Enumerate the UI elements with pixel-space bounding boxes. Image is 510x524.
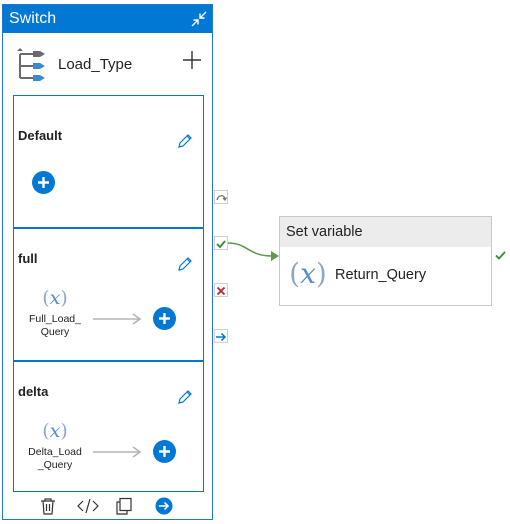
activity-name-line1: Delta_Load — [28, 446, 82, 458]
case-default[interactable]: Default — [13, 95, 204, 228]
go-to-activity-icon[interactable] — [155, 497, 173, 515]
success-connector — [228, 242, 279, 261]
failure-handle-icon[interactable] — [214, 283, 228, 297]
switch-activity-row[interactable]: Load_Type — [3, 33, 212, 93]
copy-icon[interactable] — [115, 497, 133, 515]
activity-name[interactable]: Delta_Load _Query — [25, 446, 85, 472]
variable-paren-open: ( — [289, 257, 301, 290]
case-label: full — [18, 251, 38, 266]
edit-icon[interactable] — [177, 389, 193, 405]
activity-name-line1: Full_Load_ — [29, 313, 81, 325]
set-variable-header: Set variable — [280, 217, 491, 247]
success-check-icon — [494, 249, 507, 262]
variable-paren-close: ) — [315, 257, 327, 290]
code-icon[interactable] — [77, 497, 99, 515]
activity-name-line2: Query — [40, 326, 70, 338]
arrow-right-icon — [93, 445, 143, 458]
collapse-icon[interactable] — [190, 10, 208, 28]
add-activity-button[interactable] — [32, 171, 55, 194]
add-activity-button[interactable] — [153, 440, 176, 463]
success-handle-icon[interactable] — [214, 236, 228, 250]
variable-icon: (x) — [37, 287, 73, 309]
switch-icon — [15, 48, 47, 82]
completion-handle-icon[interactable] — [214, 329, 228, 343]
variable-paren-close: ) — [60, 287, 68, 309]
variable-symbol: x — [49, 287, 61, 309]
switch-header: Switch — [3, 5, 212, 33]
variable-icon: (x) — [37, 420, 73, 442]
variable-paren-close: ) — [60, 420, 68, 442]
case-delta[interactable]: delta (x) Delta_Load _Query — [13, 361, 204, 492]
variable-paren-open: ( — [42, 420, 50, 442]
variable-symbol: x — [300, 257, 316, 290]
case-label: Default — [18, 128, 63, 143]
edit-icon[interactable] — [177, 256, 193, 272]
delete-icon[interactable] — [39, 497, 57, 515]
variable-icon: (x) — [288, 257, 328, 290]
set-variable-activity[interactable]: Set variable (x) Return_Query — [279, 216, 492, 306]
switch-activity-name: Load_Type — [58, 56, 133, 73]
edit-icon[interactable] — [177, 133, 193, 149]
skipped-handle-icon[interactable] — [214, 190, 228, 204]
activity-name-line2: _Query — [37, 459, 73, 471]
set-variable-name: Return_Query — [335, 267, 427, 283]
switch-toolbar — [3, 493, 212, 519]
add-activity-button[interactable] — [153, 307, 176, 330]
activity-name[interactable]: Full_Load_ Query — [25, 313, 85, 339]
case-full[interactable]: full (x) Full_Load_ Query — [13, 228, 204, 361]
arrow-right-icon — [93, 312, 143, 325]
add-case-icon[interactable] — [182, 50, 202, 70]
variable-paren-open: ( — [42, 287, 50, 309]
switch-activity[interactable]: Switch Load_Type Default full (x) Full_L… — [2, 4, 213, 520]
switch-title: Switch — [9, 10, 57, 27]
variable-symbol: x — [49, 420, 61, 442]
case-label: delta — [18, 384, 49, 399]
